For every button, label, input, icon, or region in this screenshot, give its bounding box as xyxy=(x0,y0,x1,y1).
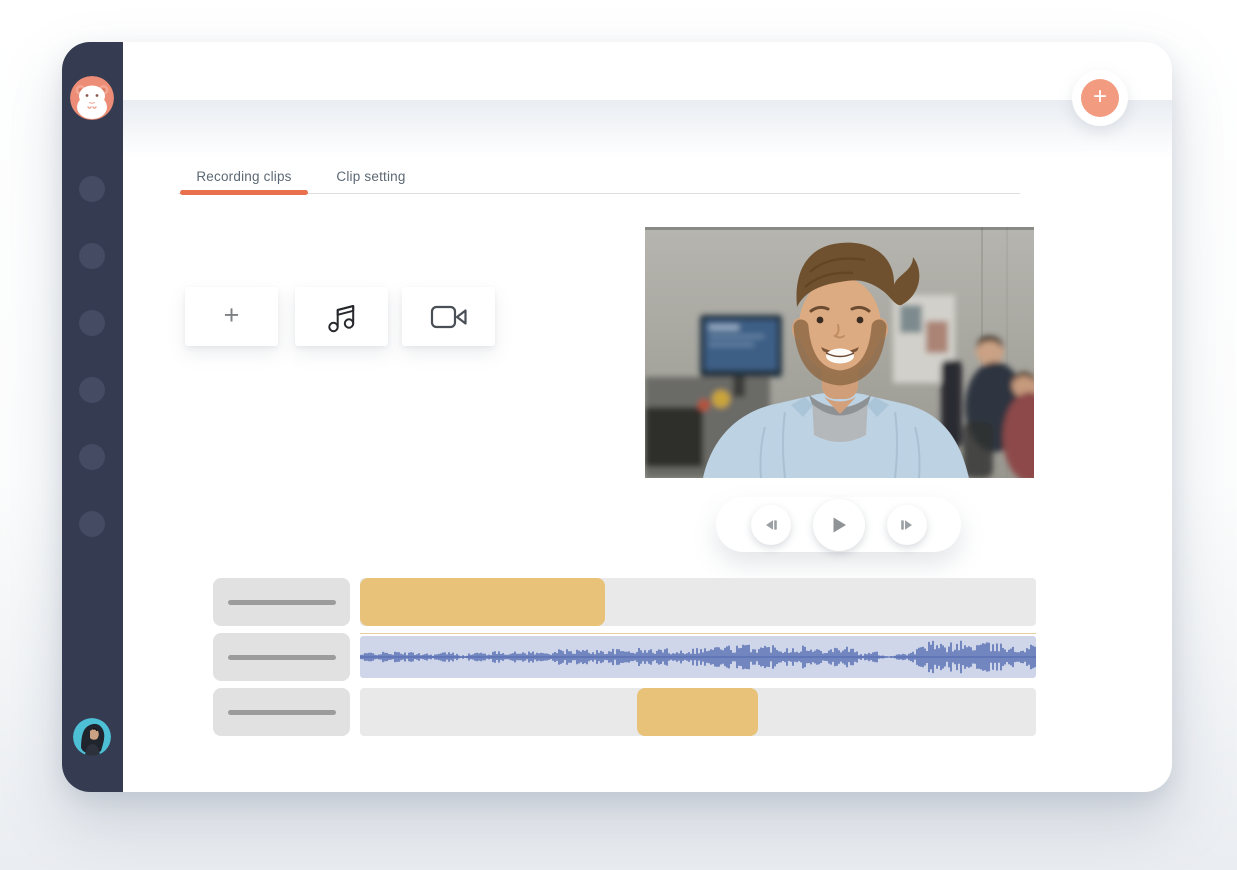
sidebar xyxy=(62,42,123,792)
user-avatar-photo xyxy=(73,718,111,756)
music-note-icon xyxy=(326,300,358,334)
fab-halo: + xyxy=(1072,70,1128,126)
sidebar-nav-item-6[interactable] xyxy=(79,511,105,537)
track-label-placeholder xyxy=(228,600,336,605)
plus-icon: + xyxy=(1093,85,1107,109)
track-3[interactable] xyxy=(360,688,1036,736)
track-2-label[interactable] xyxy=(213,633,350,681)
app-logo[interactable] xyxy=(70,76,114,120)
sidebar-nav xyxy=(79,176,105,537)
video-preview-image xyxy=(645,227,1034,478)
playback-controls xyxy=(716,497,961,552)
track-2-audio[interactable] xyxy=(360,633,1036,681)
audio-waveform xyxy=(360,636,1036,678)
audio-waveform-clip[interactable] xyxy=(360,636,1036,678)
timeline-ruler-line xyxy=(360,633,1036,634)
sidebar-nav-item-2[interactable] xyxy=(79,243,105,269)
timeline-clip[interactable] xyxy=(360,578,605,626)
sidebar-nav-item-5[interactable] xyxy=(79,444,105,470)
sidebar-nav-item-4[interactable] xyxy=(79,377,105,403)
plus-icon: + xyxy=(224,302,240,331)
add-video-button[interactable] xyxy=(402,287,495,346)
video-preview xyxy=(645,227,1034,478)
step-backward-icon xyxy=(764,518,778,532)
timeline-clip[interactable] xyxy=(637,688,758,736)
track-label-placeholder xyxy=(228,655,336,660)
track-label-placeholder xyxy=(228,710,336,715)
app-window: + Recording clips Clip setting + xyxy=(62,42,1172,792)
monkey-mascot-icon xyxy=(70,76,114,120)
step-forward-button[interactable] xyxy=(887,505,927,545)
video-camera-icon xyxy=(430,303,468,331)
add-button[interactable]: + xyxy=(1081,79,1119,117)
active-tab-indicator xyxy=(180,190,308,195)
tab-recording-clips[interactable]: Recording clips xyxy=(180,166,308,186)
track-1[interactable] xyxy=(360,578,1036,626)
add-clip-button[interactable]: + xyxy=(185,287,278,346)
sidebar-nav-item-1[interactable] xyxy=(79,176,105,202)
play-icon xyxy=(829,515,849,535)
track-1-label[interactable] xyxy=(213,578,350,626)
step-forward-icon xyxy=(900,518,914,532)
track-3-label[interactable] xyxy=(213,688,350,736)
add-music-button[interactable] xyxy=(295,287,388,346)
header-divider-fade xyxy=(123,100,1172,158)
sidebar-nav-item-3[interactable] xyxy=(79,310,105,336)
step-backward-button[interactable] xyxy=(751,505,791,545)
tab-clip-setting[interactable]: Clip setting xyxy=(308,166,434,186)
play-button[interactable] xyxy=(813,499,865,551)
user-avatar[interactable] xyxy=(73,718,111,756)
